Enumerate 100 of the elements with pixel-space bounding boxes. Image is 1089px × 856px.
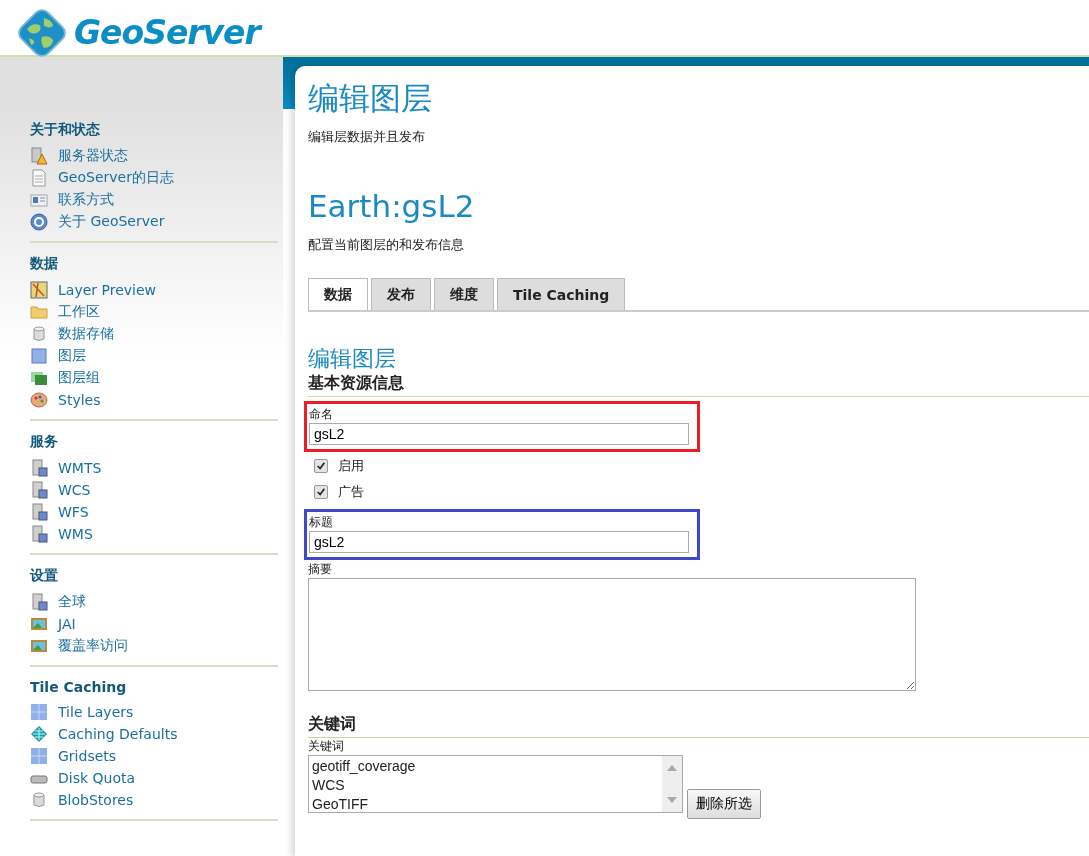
- field-label: 关键词: [308, 738, 345, 755]
- tab[interactable]: 数据: [308, 278, 368, 310]
- sidebar-heading: Tile Caching: [30, 679, 128, 695]
- help-icon: [30, 213, 48, 231]
- keyword-item[interactable]: WCS: [312, 776, 659, 795]
- globe-icon: [30, 725, 48, 743]
- sidebar-heading: 数据: [30, 255, 59, 273]
- sidebar-link[interactable]: 服务器状态: [30, 145, 278, 167]
- server-icon: [30, 481, 48, 499]
- sidebar-link[interactable]: BlobStores: [30, 789, 278, 811]
- sidebar-link-text[interactable]: BlobStores: [58, 792, 134, 808]
- sidebar-link-text[interactable]: Gridsets: [58, 748, 117, 764]
- section-heading: 基本资源信息: [308, 372, 1089, 397]
- server-warning-icon: [30, 147, 48, 165]
- layer-name-title: Earth:gsL2: [308, 187, 476, 226]
- checkbox-label: 启用: [338, 457, 364, 475]
- server-icon: [30, 593, 48, 611]
- contact-card-icon: [30, 191, 48, 209]
- sidebar-link[interactable]: WFS: [30, 501, 278, 523]
- sidebar-link-text[interactable]: 图层组: [58, 369, 100, 387]
- scroll-down-icon[interactable]: [667, 797, 677, 803]
- sidebar-link[interactable]: 工作区: [30, 301, 278, 323]
- sidebar-link-text[interactable]: Layer Preview: [58, 282, 156, 298]
- sidebar-link-text[interactable]: WFS: [58, 504, 89, 520]
- sidebar-link-text[interactable]: GeoServer的日志: [58, 169, 174, 187]
- sidebar-link-text[interactable]: Tile Layers: [58, 704, 134, 720]
- server-icon: [30, 525, 48, 543]
- sidebar-link-text[interactable]: 服务器状态: [58, 147, 128, 165]
- sidebar-heading: 关于和状态: [30, 121, 101, 139]
- keyword-item[interactable]: GeoTIFF: [312, 795, 659, 814]
- remove-selected-button[interactable]: 删除所选: [687, 789, 761, 819]
- sidebar-link-text[interactable]: 关于 GeoServer: [58, 213, 165, 231]
- sidebar-link[interactable]: Tile Layers: [30, 701, 278, 723]
- sidebar-link[interactable]: JAI: [30, 613, 278, 635]
- sidebar-link-text[interactable]: 图层: [58, 347, 86, 365]
- sidebar-link[interactable]: Disk Quota: [30, 767, 278, 789]
- sidebar-link-text[interactable]: 数据存储: [58, 325, 114, 343]
- sidebar-link-text[interactable]: JAI: [58, 616, 76, 632]
- palette-icon: [30, 391, 48, 409]
- sidebar-heading: 设置: [30, 567, 59, 585]
- scrollbar[interactable]: [662, 756, 682, 812]
- text-field[interactable]: gsL2: [309, 423, 689, 445]
- sidebar-link[interactable]: 图层: [30, 345, 278, 367]
- layer-group-icon: [30, 369, 48, 387]
- page-description: 编辑层数据并且发布: [308, 128, 426, 146]
- field-label: 命名: [309, 406, 334, 423]
- folder-icon: [30, 303, 48, 321]
- grid-icon: [30, 747, 48, 765]
- text-field[interactable]: gsL2: [309, 531, 689, 553]
- field-label: 标题: [309, 514, 334, 531]
- sidebar-link-text[interactable]: WMTS: [58, 460, 102, 476]
- sidebar-link[interactable]: Gridsets: [30, 745, 278, 767]
- layer-description: 配置当前图层的和发布信息: [308, 236, 465, 254]
- sidebar-heading: 服务: [30, 433, 59, 451]
- form-title: 编辑图层: [308, 346, 397, 372]
- picture-frame-icon: [30, 615, 48, 633]
- page-title: 编辑图层: [308, 79, 433, 118]
- section-heading: 关键词: [308, 713, 1089, 738]
- document-icon: [30, 169, 48, 187]
- checkbox[interactable]: [314, 459, 328, 473]
- sidebar-link[interactable]: 联系方式: [30, 189, 278, 211]
- server-icon: [30, 503, 48, 521]
- sidebar-link-text[interactable]: Styles: [58, 392, 101, 408]
- keyword-item[interactable]: geotiff_coverage: [312, 757, 659, 776]
- sidebar-link[interactable]: 数据存储: [30, 323, 278, 345]
- scroll-up-icon[interactable]: [667, 765, 677, 771]
- picture-frame-icon: [30, 637, 48, 655]
- sidebar-link[interactable]: Styles: [30, 389, 278, 411]
- sidebar-link-text[interactable]: 工作区: [58, 303, 100, 321]
- keyword-list[interactable]: geotiff_coverage WCS GeoTIFF: [308, 755, 683, 813]
- sidebar-link[interactable]: 关于 GeoServer: [30, 211, 278, 233]
- database-icon: [30, 325, 48, 343]
- sidebar-link-text[interactable]: WCS: [58, 482, 91, 498]
- sidebar-link[interactable]: 覆盖率访问: [30, 635, 278, 657]
- sidebar-link[interactable]: Caching Defaults: [30, 723, 278, 745]
- sidebar-link[interactable]: 全球: [30, 591, 278, 613]
- tab[interactable]: 发布: [371, 278, 431, 310]
- field-label: 摘要: [308, 561, 333, 578]
- sidebar-link[interactable]: WCS: [30, 479, 278, 501]
- sidebar-link[interactable]: 图层组: [30, 367, 278, 389]
- textarea-field[interactable]: [308, 578, 916, 691]
- sidebar-link[interactable]: WMS: [30, 523, 278, 545]
- sidebar-link-text[interactable]: Caching Defaults: [58, 726, 178, 742]
- sidebar-link[interactable]: Layer Preview: [30, 279, 278, 301]
- sidebar-link-text[interactable]: 联系方式: [58, 191, 114, 209]
- server-icon: [30, 459, 48, 477]
- sidebar-link-text[interactable]: 全球: [58, 593, 86, 611]
- checkbox[interactable]: [314, 485, 328, 499]
- sidebar-link[interactable]: GeoServer的日志: [30, 167, 278, 189]
- sidebar-link[interactable]: WMTS: [30, 457, 278, 479]
- map-icon: [30, 281, 48, 299]
- sidebar-link-text[interactable]: WMS: [58, 526, 93, 542]
- tab[interactable]: 维度: [434, 278, 494, 310]
- checkbox-label: 广告: [338, 483, 364, 501]
- grid-icon: [30, 703, 48, 721]
- sidebar-link-text[interactable]: Disk Quota: [58, 770, 136, 786]
- tab[interactable]: Tile Caching: [497, 278, 626, 310]
- sidebar-link-text[interactable]: 覆盖率访问: [58, 637, 128, 655]
- database-icon: [30, 791, 48, 809]
- layer-icon: [30, 347, 48, 365]
